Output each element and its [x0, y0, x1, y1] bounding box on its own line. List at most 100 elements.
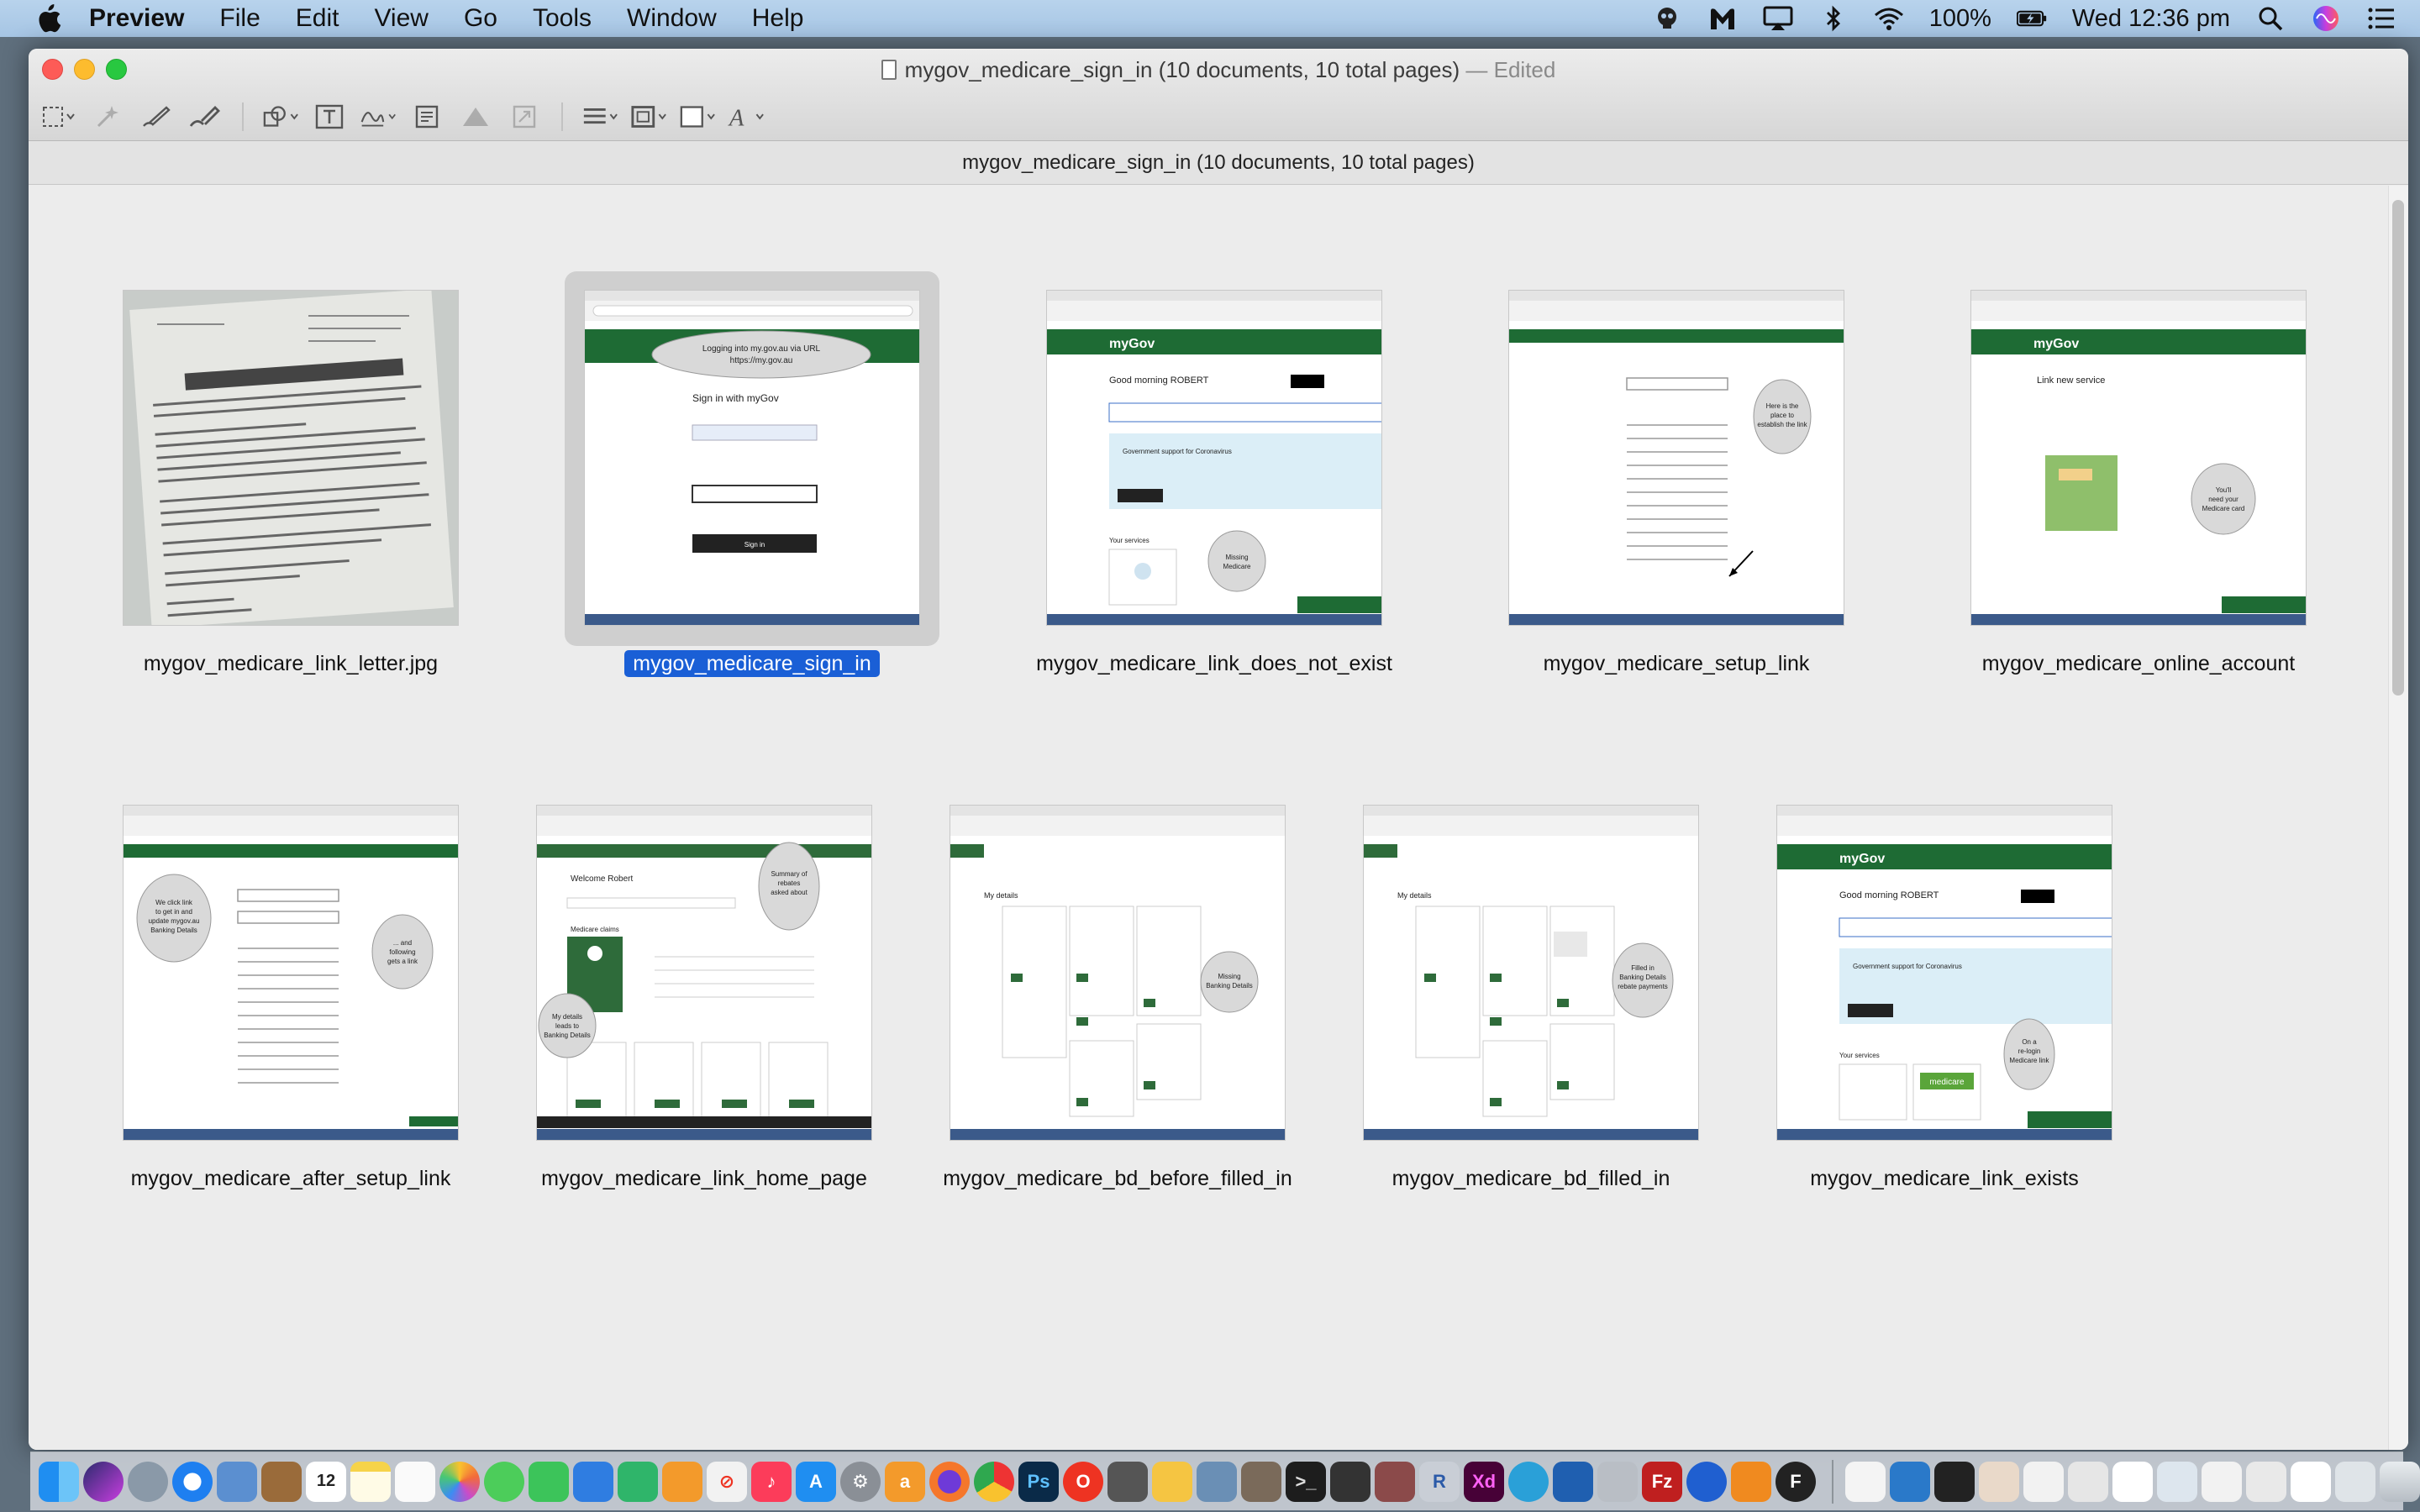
- thumbnail-caption[interactable]: mygov_medicare_after_setup_link: [123, 1167, 459, 1191]
- pages-icon[interactable]: [662, 1461, 702, 1502]
- text-tool-icon[interactable]: [311, 100, 348, 134]
- documents-stack-icon[interactable]: [1845, 1461, 1886, 1502]
- elephant-icon[interactable]: [1107, 1461, 1148, 1502]
- malwarebytes-icon[interactable]: [1707, 5, 1738, 32]
- menu-window[interactable]: Window: [627, 4, 717, 33]
- menu-file[interactable]: File: [219, 4, 260, 33]
- menu-help[interactable]: Help: [752, 4, 804, 33]
- selection-tool-icon[interactable]: [40, 100, 77, 134]
- gear-app-icon[interactable]: [1508, 1461, 1549, 1502]
- spotlight-search-icon[interactable]: [2255, 5, 2286, 32]
- fill-color-icon[interactable]: [679, 100, 716, 134]
- airplay-icon[interactable]: [1763, 5, 1793, 32]
- window-thumb-icon[interactable]: [1979, 1461, 2019, 1502]
- finder-icon[interactable]: [39, 1461, 79, 1502]
- system-preferences-icon[interactable]: ⚙: [840, 1461, 881, 1502]
- edited-indicator[interactable]: — Edited: [1465, 57, 1555, 82]
- menu-edit[interactable]: Edit: [296, 4, 339, 33]
- thumbnail-link-does-not-exist[interactable]: myGov Good morning ROBERT Government sup…: [1046, 290, 1382, 626]
- adjust-color-icon[interactable]: [457, 100, 494, 134]
- menu-app-name[interactable]: Preview: [89, 4, 184, 33]
- thumbnail-caption[interactable]: mygov_medicare_bd_before_filled_in: [929, 1167, 1307, 1191]
- window-thumb-icon[interactable]: [2246, 1461, 2286, 1502]
- reminders-icon[interactable]: [395, 1461, 435, 1502]
- window-thumb-icon[interactable]: [2068, 1461, 2108, 1502]
- notification-center-icon[interactable]: [2366, 5, 2396, 32]
- calendar-icon[interactable]: 12: [306, 1461, 346, 1502]
- facetime-icon[interactable]: [529, 1461, 569, 1502]
- scrollbar-thumb[interactable]: [2392, 200, 2404, 696]
- vlc-icon[interactable]: [1731, 1461, 1771, 1502]
- numbers-icon[interactable]: [618, 1461, 658, 1502]
- chrome-icon[interactable]: [974, 1461, 1014, 1502]
- app-store-icon[interactable]: A: [796, 1461, 836, 1502]
- flag-app-icon[interactable]: [1553, 1461, 1593, 1502]
- window-thumb-icon[interactable]: [2112, 1461, 2153, 1502]
- thumbnail-caption[interactable]: mygov_medicare_link_letter.jpg: [123, 652, 459, 676]
- music-icon[interactable]: ♪: [751, 1461, 792, 1502]
- border-color-icon[interactable]: [630, 100, 667, 134]
- shape-style-icon[interactable]: [581, 100, 618, 134]
- thumbnail-caption[interactable]: mygov_medicare_online_account: [1970, 652, 2307, 676]
- thumbnail-caption[interactable]: mygov_medicare_bd_filled_in: [1363, 1167, 1699, 1191]
- window-thumb-icon[interactable]: [2291, 1461, 2331, 1502]
- thumbnail-caption[interactable]: mygov_medicare_link_does_not_exist: [1004, 652, 1424, 676]
- firefox-icon[interactable]: [929, 1461, 970, 1502]
- document-proxy-icon[interactable]: [881, 60, 897, 80]
- thumbnail-caption[interactable]: mygov_medicare_setup_link: [1508, 652, 1844, 676]
- filemaker-icon[interactable]: [1375, 1461, 1415, 1502]
- amazon-icon[interactable]: a: [885, 1461, 925, 1502]
- notebook-icon[interactable]: [261, 1461, 302, 1502]
- thumbnail-link-letter[interactable]: [123, 290, 459, 626]
- terminal-icon[interactable]: >_: [1286, 1461, 1326, 1502]
- battery-icon[interactable]: [2016, 5, 2047, 32]
- selected-caption-label[interactable]: mygov_medicare_sign_in: [624, 650, 880, 677]
- trash-icon[interactable]: [2380, 1461, 2420, 1502]
- keynote-icon[interactable]: [573, 1461, 613, 1502]
- title-bar[interactable]: mygov_medicare_sign_in (10 documents, 10…: [29, 49, 2408, 141]
- adjust-size-icon[interactable]: [506, 100, 543, 134]
- siri-icon[interactable]: [2311, 5, 2341, 32]
- skull-app-icon[interactable]: [1652, 5, 1682, 32]
- battery-percent[interactable]: 100%: [1929, 5, 1991, 33]
- headphones-app-icon[interactable]: [1686, 1461, 1727, 1502]
- window-thumb-icon[interactable]: [2157, 1461, 2197, 1502]
- clock[interactable]: Wed 12:36 pm: [2072, 5, 2230, 33]
- news-icon[interactable]: ⊘: [707, 1461, 747, 1502]
- draw-tool-icon[interactable]: [187, 100, 224, 134]
- wifi-icon[interactable]: [1874, 5, 1904, 32]
- menu-go[interactable]: Go: [464, 4, 497, 33]
- thumbnail-setup-link[interactable]: Here is the place to establish the link: [1508, 290, 1844, 626]
- thumbnail-caption-selected[interactable]: mygov_medicare_sign_in: [584, 650, 920, 677]
- folder-app-icon[interactable]: [1890, 1461, 1930, 1502]
- xd-icon[interactable]: Xd: [1464, 1461, 1504, 1502]
- launchpad-icon[interactable]: [128, 1461, 168, 1502]
- thumbnail-bd-before-filled-in[interactable]: My details Missing Banking Details: [950, 805, 1286, 1141]
- clipboard-app-icon[interactable]: [1197, 1461, 1237, 1502]
- notes-icon[interactable]: [350, 1461, 391, 1502]
- font-app-icon[interactable]: F: [1776, 1461, 1816, 1502]
- script-editor-icon[interactable]: [1597, 1461, 1638, 1502]
- thumbnail-link-exists[interactable]: myGov Good morning ROBERT Government sup…: [1776, 805, 2112, 1141]
- filezilla-icon[interactable]: Fz: [1642, 1461, 1682, 1502]
- thumbnail-caption[interactable]: mygov_medicare_link_home_page: [536, 1167, 872, 1191]
- window-thumb-icon[interactable]: [2335, 1461, 2375, 1502]
- web-app-icon[interactable]: [1152, 1461, 1192, 1502]
- inkscape-icon[interactable]: [1330, 1461, 1370, 1502]
- messages-icon[interactable]: [484, 1461, 524, 1502]
- bluetooth-icon[interactable]: [1818, 5, 1849, 32]
- thumbnail-after-setup-link[interactable]: We click link to get in and update mygov…: [123, 805, 459, 1141]
- menu-tools[interactable]: Tools: [533, 4, 592, 33]
- window-thumb-icon[interactable]: [2202, 1461, 2242, 1502]
- r-app-icon[interactable]: R: [1419, 1461, 1460, 1502]
- window-thumb-icon[interactable]: [2023, 1461, 2064, 1502]
- opera-icon[interactable]: O: [1063, 1461, 1103, 1502]
- thumbnail-bd-filled-in[interactable]: My details Filled in Banking Details reb…: [1363, 805, 1699, 1141]
- thumbnail-link-home-page[interactable]: Welcome Robert Medicare claims Summary o…: [536, 805, 872, 1141]
- downloads-icon[interactable]: [1934, 1461, 1975, 1502]
- siri-dock-icon[interactable]: [83, 1461, 124, 1502]
- shapes-tool-icon[interactable]: [262, 100, 299, 134]
- thumbnail-online-account[interactable]: myGov Link new service You'll need your …: [1970, 290, 2307, 626]
- gimp-icon[interactable]: [1241, 1461, 1281, 1502]
- text-style-icon[interactable]: A: [728, 100, 765, 134]
